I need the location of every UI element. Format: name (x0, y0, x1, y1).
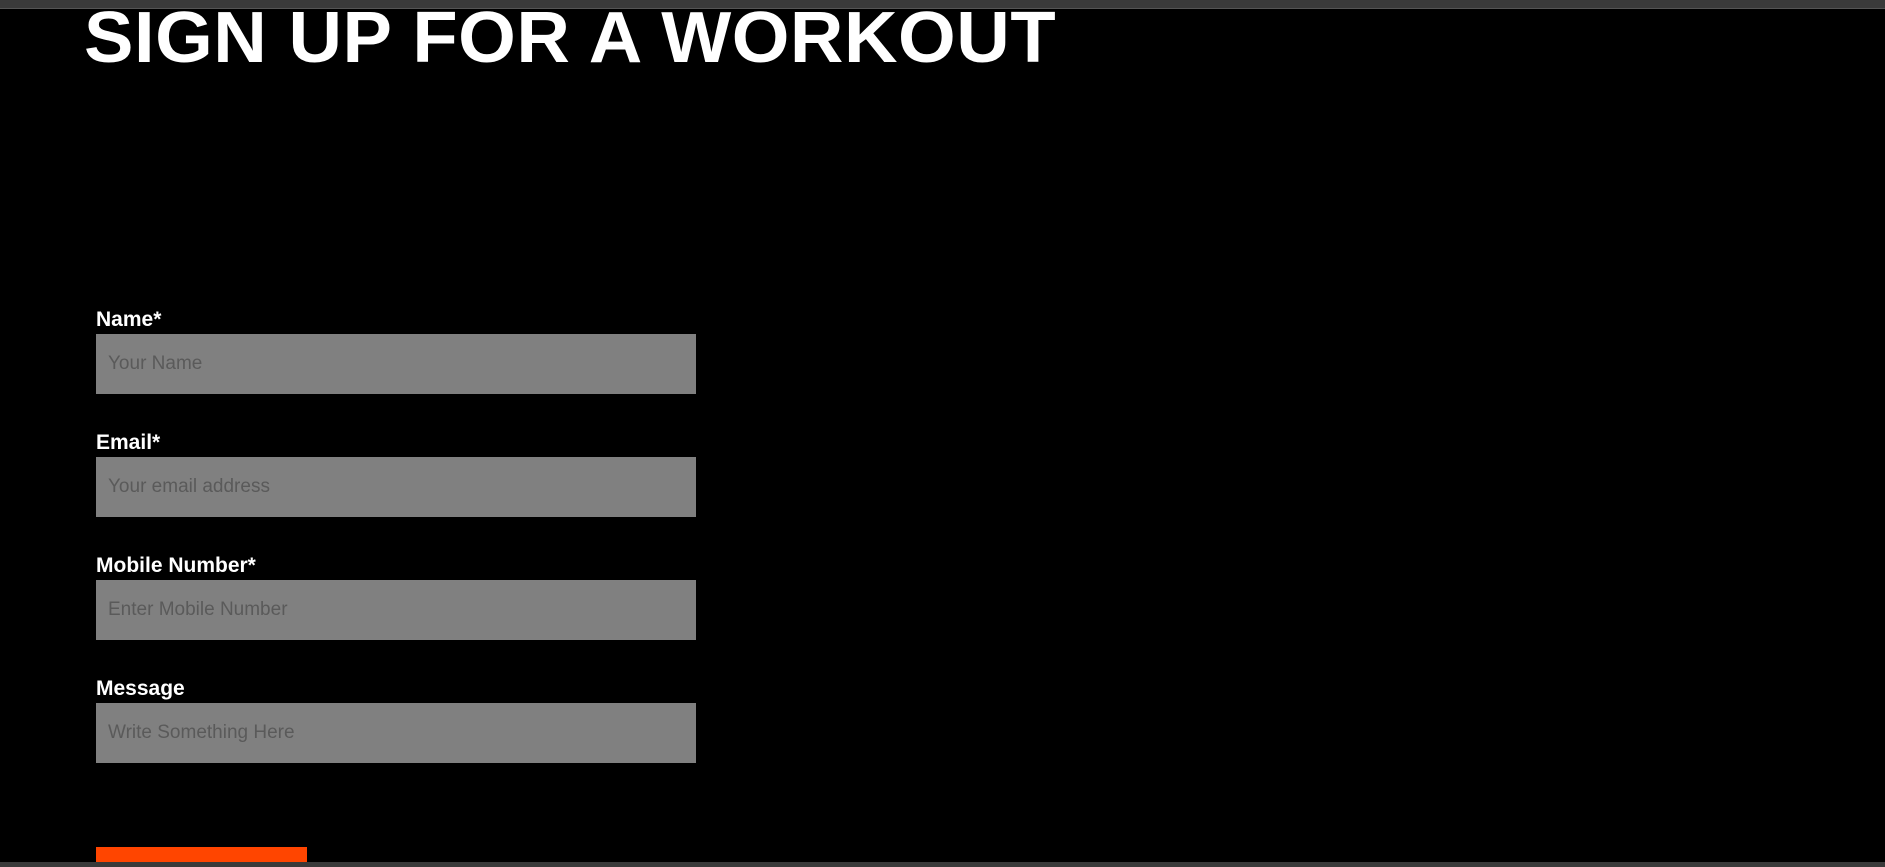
mobile-number-label: Mobile Number* (96, 554, 256, 577)
signup-form: Name* Email* Mobile Number* Message (96, 308, 696, 800)
message-field-group: Message (96, 677, 696, 800)
bottom-frame-edge (0, 862, 1885, 867)
email-label: Email* (96, 431, 161, 454)
submit-button[interactable] (96, 847, 307, 862)
mobile-field-group: Mobile Number* (96, 554, 696, 677)
email-field-group: Email* (96, 431, 696, 554)
email-input[interactable] (96, 457, 696, 517)
mobile-number-input[interactable] (96, 580, 696, 640)
message-input[interactable] (96, 703, 696, 763)
name-label: Name* (96, 308, 162, 331)
name-input[interactable] (96, 334, 696, 394)
name-field-group: Name* (96, 308, 696, 431)
message-label: Message (96, 677, 185, 700)
page-title: SIGN UP FOR A WORKOUT (84, 0, 1057, 78)
